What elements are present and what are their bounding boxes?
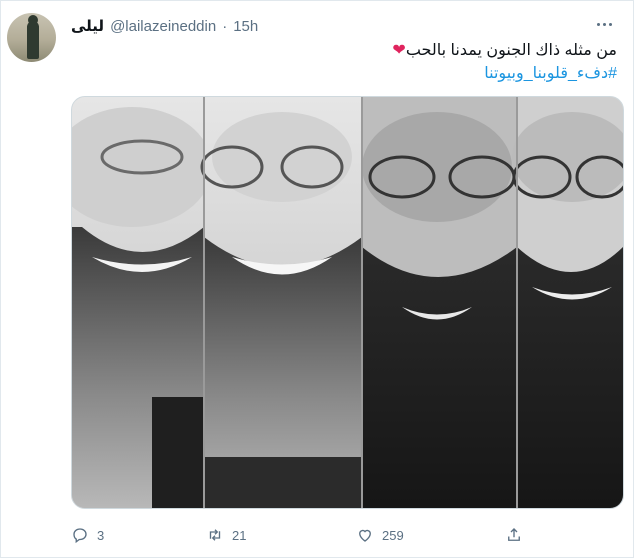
retweet-button[interactable]: 21 <box>206 523 246 547</box>
separator-dot: · <box>222 17 228 35</box>
reply-button[interactable]: 3 <box>71 523 104 547</box>
heart-icon: ❤ <box>392 42 406 59</box>
avatar-figure <box>27 15 39 59</box>
hashtag-link[interactable]: #دفء_قلوبنا_وبيوتنا <box>77 62 617 85</box>
tweet-header: ليلى @lailazeineddin · 15h <box>71 15 258 37</box>
tweet-body: من مثله ذاك الجنون يمدنا بالحب <box>405 42 617 59</box>
share-icon <box>508 528 520 541</box>
retweet-icon <box>209 529 221 541</box>
tweet-actions: 3 21 259 <box>71 523 551 547</box>
tweet-text-line: من مثله ذاك الجنون يمدنا بالحب❤ <box>77 39 617 62</box>
tweet-time[interactable]: 15h <box>233 18 258 35</box>
display-name[interactable]: ليلى <box>71 17 104 35</box>
like-icon <box>359 529 371 542</box>
tweet-text: من مثله ذاك الجنون يمدنا بالحب❤ #دفء_قلو… <box>77 39 617 85</box>
tweet-image[interactable] <box>71 96 624 509</box>
like-button[interactable]: 259 <box>356 523 404 547</box>
reply-icon <box>73 528 87 544</box>
user-handle[interactable]: @lailazeineddin <box>110 18 216 35</box>
share-button[interactable] <box>505 523 523 547</box>
more-icon[interactable] <box>593 13 615 35</box>
avatar[interactable] <box>7 13 56 62</box>
retweet-count: 21 <box>232 527 247 543</box>
photo-collage <box>72 97 623 508</box>
reply-count: 3 <box>97 527 105 543</box>
like-count: 259 <box>382 527 404 543</box>
tweet-card[interactable]: ليلى @lailazeineddin · 15h من مثله ذاك ا… <box>0 0 634 558</box>
